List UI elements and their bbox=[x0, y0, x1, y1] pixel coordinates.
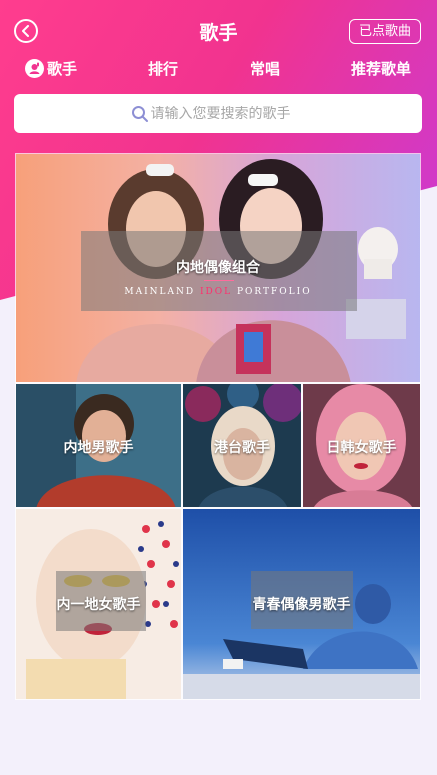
tab-label: 排行 bbox=[148, 60, 179, 78]
tab-recommended-playlist[interactable]: 推荐歌单 bbox=[351, 58, 411, 79]
category-subtitle: MAINLAND IDOL PORTFOLIO bbox=[16, 287, 420, 297]
search-input[interactable] bbox=[150, 105, 306, 122]
category-mainland-idol-group[interactable]: 内地偶像组合 MAINLAND IDOL PORTFOLIO bbox=[15, 153, 421, 383]
category-mainland-male[interactable]: 内地男歌手 bbox=[15, 383, 182, 508]
category-hk-tw[interactable]: 港台歌手 bbox=[182, 383, 302, 508]
search-icon bbox=[131, 105, 149, 123]
category-label: 青春偶像男歌手 bbox=[252, 597, 351, 613]
category-mainland-female[interactable]: 内一地女歌手 bbox=[15, 508, 182, 700]
search-bar[interactable] bbox=[14, 94, 422, 133]
category-youth-idol-male[interactable]: 青春偶像男歌手 bbox=[182, 508, 421, 700]
subtitle-text: MAINLAND bbox=[124, 287, 200, 297]
category-label: 内地偶像组合 bbox=[176, 260, 260, 276]
category-grid: 内地偶像组合 MAINLAND IDOL PORTFOLIO 内地男歌手 港台歌… bbox=[15, 153, 421, 700]
subtitle-highlight: IDOL bbox=[199, 287, 233, 297]
tab-label: 推荐歌单 bbox=[351, 60, 412, 78]
tab-ranking[interactable]: 排行 bbox=[148, 58, 178, 79]
category-label: 内一地女歌手 bbox=[56, 597, 141, 613]
category-label: 日韩女歌手 bbox=[326, 440, 397, 456]
category-label: 内地男歌手 bbox=[63, 440, 134, 456]
tab-label: 歌手 bbox=[47, 60, 78, 78]
subtitle-text: PORTFOLIO bbox=[232, 287, 312, 297]
top-bar: 歌手 已点歌曲 bbox=[0, 0, 437, 60]
tab-frequent[interactable]: 常唱 bbox=[250, 58, 280, 79]
category-label: 港台歌手 bbox=[214, 440, 270, 456]
divider bbox=[204, 280, 234, 281]
tab-label: 常唱 bbox=[250, 60, 281, 78]
ordered-songs-button[interactable]: 已点歌曲 bbox=[349, 19, 421, 44]
tab-bar: 歌手 排行 常唱 推荐歌单 bbox=[0, 58, 437, 82]
tab-singer[interactable]: 歌手 bbox=[25, 58, 77, 79]
category-jp-kr-female[interactable]: 日韩女歌手 bbox=[302, 383, 421, 508]
singer-icon bbox=[25, 59, 44, 78]
